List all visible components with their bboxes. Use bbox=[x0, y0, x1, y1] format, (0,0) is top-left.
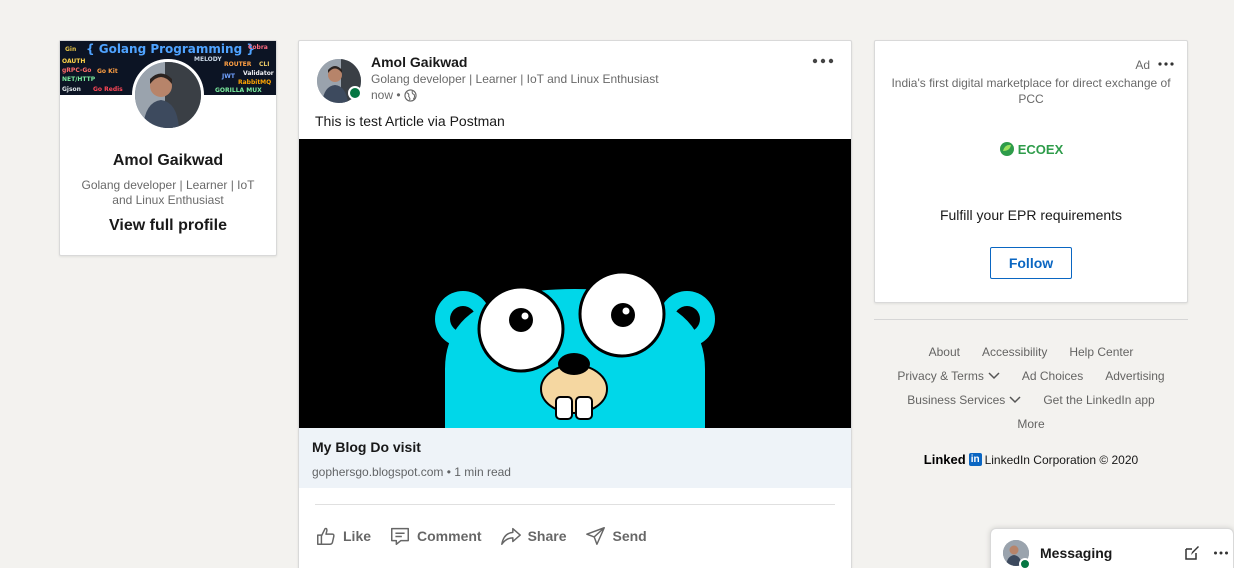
post-text: This is test Article via Postman bbox=[315, 113, 505, 129]
banner-tag: Gjson bbox=[62, 86, 81, 93]
share-icon bbox=[500, 527, 521, 545]
post-author-headline: Golang developer | Learner | IoT and Lin… bbox=[371, 72, 659, 86]
messaging-title: Messaging bbox=[1040, 545, 1113, 561]
send-icon bbox=[585, 527, 605, 545]
article-link-box[interactable]: My Blog Do visit gophersgo.blogspot.com … bbox=[299, 428, 851, 488]
copyright-text: LinkedIn Corporation © 2020 bbox=[984, 452, 1139, 467]
banner-tag: OAUTH bbox=[62, 58, 86, 65]
ad-label: Ad bbox=[1135, 58, 1150, 72]
ad-brand-name: ECOEX bbox=[1017, 141, 1064, 157]
banner-tag: Cobra bbox=[248, 44, 268, 51]
footer-accessibility-link[interactable]: Accessibility bbox=[982, 345, 1047, 359]
gopher-illustration bbox=[299, 139, 851, 428]
linkedin-logo-box: in bbox=[968, 453, 982, 466]
ad-company-logo[interactable]: ECOEX bbox=[875, 141, 1187, 157]
article-title[interactable]: My Blog Do visit bbox=[312, 439, 421, 455]
comment-button[interactable]: Comment bbox=[387, 521, 484, 551]
footer-privacy-terms-link[interactable]: Privacy & Terms bbox=[897, 369, 1000, 383]
footer-advertising-link[interactable]: Advertising bbox=[1105, 369, 1164, 383]
share-button[interactable]: Share bbox=[498, 521, 569, 551]
comment-icon bbox=[391, 527, 409, 545]
send-label: Send bbox=[612, 528, 647, 544]
ad-tagline: Fulfill your EPR requirements bbox=[939, 207, 1123, 223]
banner-title: { Golang Programming } bbox=[86, 42, 255, 56]
business-services-label: Business Services bbox=[907, 393, 1006, 407]
profile-card: { Golang Programming } Gin OAUTH gRPC-Go… bbox=[59, 40, 277, 256]
banner-tag: JWT bbox=[222, 73, 235, 80]
banner-tag: ROUTER bbox=[224, 61, 252, 68]
like-icon bbox=[317, 527, 335, 545]
footer-links: About Accessibility Help Center Privacy … bbox=[874, 340, 1188, 436]
ad-description: India's first digital marketplace for di… bbox=[891, 76, 1171, 106]
post-card: Amol Gaikwad Golang developer | Learner … bbox=[298, 40, 852, 568]
footer-copyright: Linked in LinkedIn Corporation © 2020 bbox=[874, 452, 1188, 467]
ecoex-leaf-icon bbox=[999, 142, 1014, 156]
comment-label: Comment bbox=[417, 528, 482, 544]
footer-more-link[interactable]: More bbox=[1017, 417, 1044, 431]
messaging-more-dots-icon[interactable] bbox=[1213, 547, 1229, 559]
banner-tag: Validator bbox=[243, 70, 274, 77]
send-button[interactable]: Send bbox=[583, 521, 649, 551]
banner-tag: CLI bbox=[259, 61, 270, 68]
chevron-down-icon bbox=[988, 372, 1000, 380]
profile-headline: Golang developer | Learner | IoT and Lin… bbox=[81, 178, 255, 207]
footer-about-link[interactable]: About bbox=[929, 345, 960, 359]
avatar-photo bbox=[135, 62, 201, 128]
ad-card: Ad India's first digital marketplace for… bbox=[874, 40, 1188, 303]
privacy-terms-label: Privacy & Terms bbox=[897, 369, 984, 383]
post-article-image[interactable] bbox=[299, 139, 851, 428]
footer-ad-choices-link[interactable]: Ad Choices bbox=[1022, 369, 1083, 383]
globe-icon bbox=[403, 88, 417, 102]
more-dots-icon[interactable] bbox=[811, 51, 835, 71]
follow-button[interactable]: Follow bbox=[990, 247, 1072, 279]
footer-get-app-link[interactable]: Get the LinkedIn app bbox=[1043, 393, 1154, 407]
post-timestamp: now • bbox=[371, 88, 417, 102]
linkedin-logo-word: Linked bbox=[923, 452, 966, 467]
messaging-bar[interactable]: Messaging bbox=[990, 528, 1234, 568]
banner-tag: Gin bbox=[65, 46, 77, 53]
banner-tag: MELODY bbox=[194, 56, 222, 63]
chevron-down-icon bbox=[1009, 396, 1021, 404]
view-full-profile-link[interactable]: View full profile bbox=[60, 217, 276, 235]
article-source: gophersgo.blogspot.com • 1 min read bbox=[312, 465, 511, 479]
banner-tag: Go Kit bbox=[97, 68, 118, 75]
online-status-dot bbox=[1019, 558, 1031, 568]
banner-tag: GORILLA MUX bbox=[215, 87, 262, 94]
footer-divider bbox=[874, 319, 1188, 320]
banner-tag: RabbitMQ bbox=[238, 79, 272, 86]
like-label: Like bbox=[343, 528, 372, 544]
like-button[interactable]: Like bbox=[313, 521, 373, 551]
post-time-text: now • bbox=[371, 88, 401, 102]
actions-divider bbox=[315, 504, 835, 505]
online-status-dot bbox=[348, 86, 362, 100]
ad-more-dots-icon[interactable] bbox=[1157, 57, 1175, 71]
profile-avatar[interactable] bbox=[132, 59, 204, 131]
footer-help-center-link[interactable]: Help Center bbox=[1069, 345, 1133, 359]
post-author-name[interactable]: Amol Gaikwad bbox=[371, 54, 467, 70]
banner-tag: Go Redis bbox=[93, 86, 123, 93]
post-actions-bar: Like Comment Share Send bbox=[313, 521, 649, 551]
banner-tag: NET/HTTP bbox=[62, 76, 96, 83]
share-label: Share bbox=[527, 528, 567, 544]
footer-business-services-link[interactable]: Business Services bbox=[907, 393, 1021, 407]
banner-tag: gRPC-Go bbox=[62, 67, 92, 74]
compose-icon[interactable] bbox=[1184, 545, 1200, 561]
profile-name[interactable]: Amol Gaikwad bbox=[60, 152, 276, 170]
